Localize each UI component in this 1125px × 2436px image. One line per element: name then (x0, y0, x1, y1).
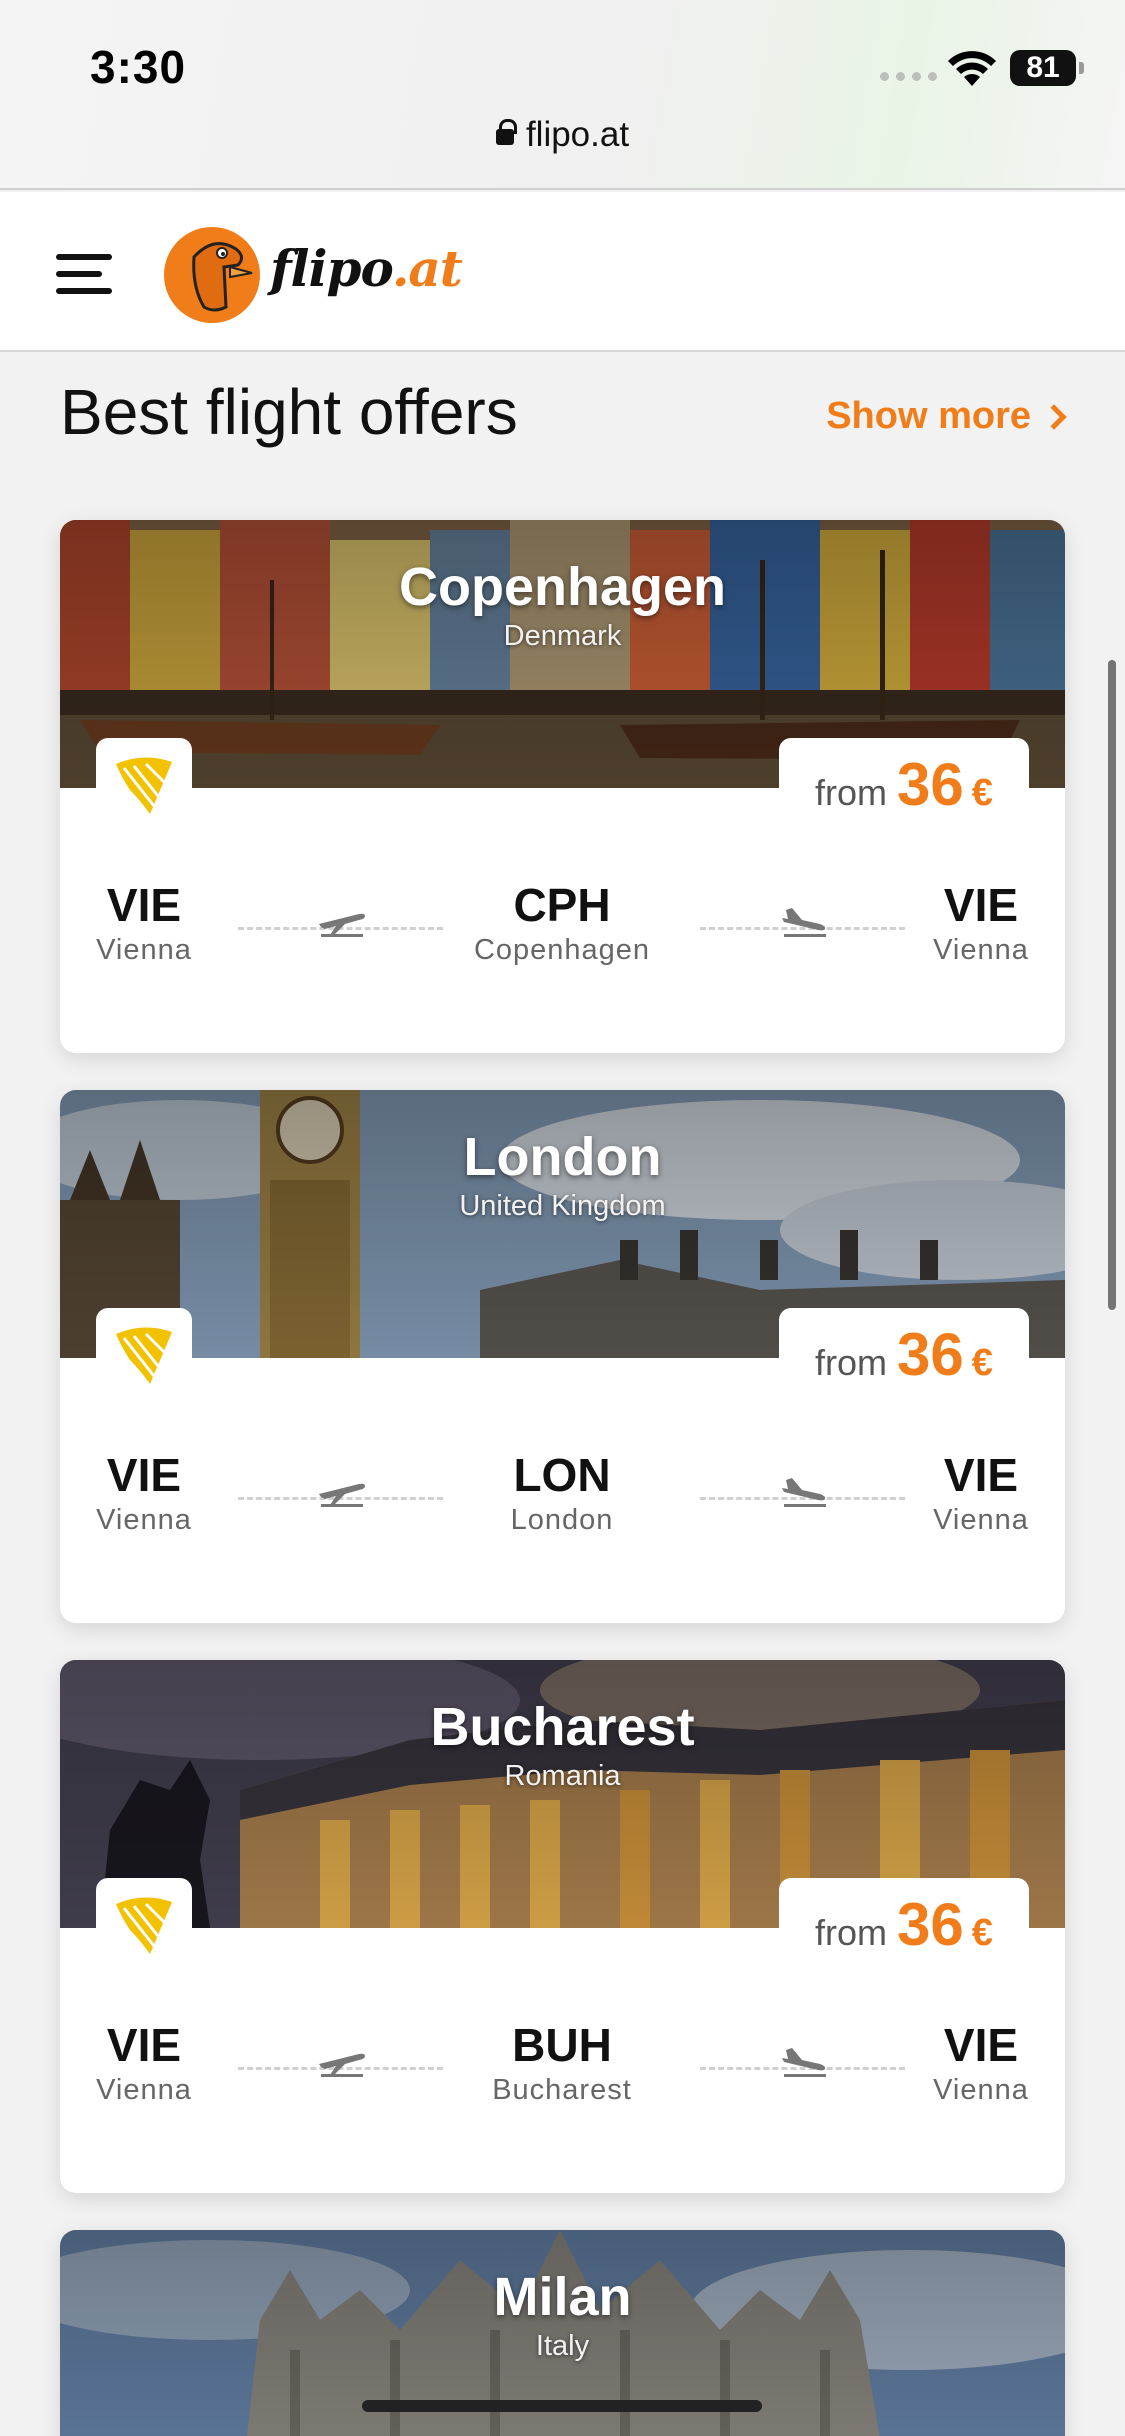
show-more-link[interactable]: Show more (826, 395, 1067, 438)
menu-icon[interactable] (56, 254, 112, 294)
flight-route: VIE Vienna LON London VIE Vienna (96, 1449, 1029, 1536)
destination-country: United Kingdom (459, 1190, 666, 1222)
destination-country: Romania (504, 1760, 621, 1792)
price-value: 36 (897, 1321, 964, 1388)
arrival-plane-icon (782, 908, 826, 937)
airline-logo-icon (96, 1308, 192, 1404)
departure-plane-icon (319, 1483, 365, 1507)
price-value: 36 (897, 751, 964, 818)
price-value: 36 (897, 1891, 964, 1958)
show-more-label: Show more (826, 395, 1031, 437)
battery-icon: 81 (1010, 50, 1084, 86)
destination-city: Copenhagen (398, 557, 726, 617)
lock-icon (495, 119, 517, 145)
flight-offer-card[interactable]: Copenhagen Denmark from 36 € VIE Vienna C… (60, 520, 1065, 1053)
site-header: flipo.at (0, 192, 1125, 352)
arrival-plane-icon (782, 2048, 826, 2077)
url-text: flipo.at (525, 115, 630, 154)
destination-country: Italy (535, 2330, 590, 2362)
price-tag: from 36 € (779, 738, 1029, 838)
flight-route: VIE Vienna CPH Copenhagen VIE Vienna (96, 879, 1029, 966)
price-tag: from 36 € (779, 1308, 1029, 1408)
arrival-plane-icon (782, 1478, 826, 1507)
home-indicator[interactable] (362, 2400, 762, 2412)
cellular-signal-icon (880, 72, 937, 81)
browser-status-bar: 3:30 81 flipo.at (0, 0, 1125, 190)
pelican-logo-icon (164, 227, 260, 323)
airline-logo-icon (96, 1878, 192, 1974)
scrollbar[interactable] (1108, 660, 1116, 1310)
airline-logo-icon (96, 738, 192, 834)
departure-plane-icon (319, 913, 365, 937)
flipo-logo[interactable]: flipo.at (162, 217, 463, 327)
url-bar[interactable]: flipo.at (0, 115, 1125, 155)
flight-offer-card[interactable]: Bucharest Romania from 36 € VIE Vienna BU… (60, 1660, 1065, 2193)
clock: 3:30 (90, 41, 187, 93)
flight-route: VIE Vienna BUH Bucharest VIE Vienna (96, 2019, 1029, 2106)
wifi-icon (948, 51, 996, 86)
destination-city: London (463, 1127, 662, 1187)
chevron-right-icon (1041, 403, 1067, 430)
departure-plane-icon (319, 2053, 365, 2077)
section-title: Best flight offers (60, 376, 518, 448)
flight-offer-card[interactable]: London United Kingdom from 36 € VIE Vienn… (60, 1090, 1065, 1623)
logo-text: flipo.at (270, 239, 463, 298)
destination-country: Denmark (503, 620, 622, 652)
price-tag: from 36 € (779, 1878, 1029, 1978)
destination-city: Bucharest (430, 1697, 695, 1757)
destination-city: Milan (493, 2267, 632, 2327)
